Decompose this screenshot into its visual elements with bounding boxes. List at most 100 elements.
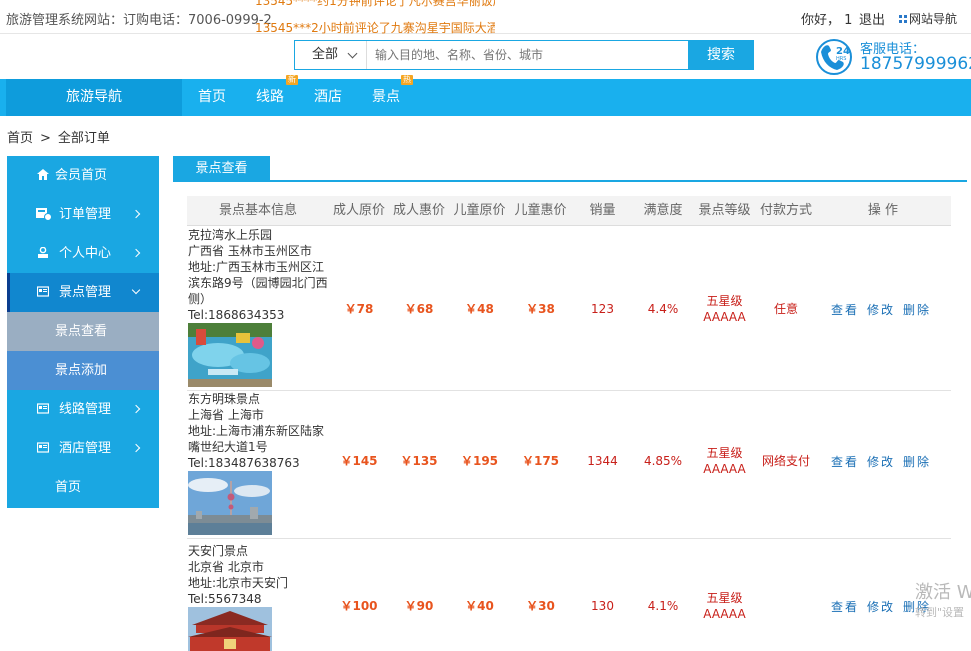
breadcrumb: 首页 > 全部订单 bbox=[7, 131, 110, 146]
site-nav-link[interactable]: 网站导航 bbox=[899, 10, 957, 27]
customer-hotline: 24 HRS 客服电话： 18757999962 bbox=[815, 36, 971, 78]
search-bar: 全部 搜索 bbox=[294, 40, 754, 70]
scenic-region: 北京省 北京市 bbox=[188, 560, 264, 574]
comment-ticker: 13545****约1分钟前评论了凡尔赛宫华丽饭店 13545***2小时前评论… bbox=[255, 0, 495, 34]
scenic-info: 克拉湾水上乐园 广西省 玉林市玉州区市 地址:广西玉林市玉州区江滨东路9号（园博… bbox=[188, 227, 330, 323]
breadcrumb-current: 全部订单 bbox=[57, 131, 110, 146]
sidebar-subitem-scenic-view[interactable]: 景点查看 bbox=[7, 312, 159, 351]
delete-link[interactable]: 删除 bbox=[903, 303, 931, 317]
scenic-info: 东方明珠景点 上海省 上海市 地址:上海市浦东新区陆家嘴世纪大道1号 Tel:1… bbox=[188, 391, 330, 471]
adult-discount-price: ￥68 bbox=[404, 302, 434, 316]
chevron-right-icon bbox=[131, 248, 141, 258]
card-icon bbox=[37, 403, 49, 414]
scenic-address: 地址:上海市浦东新区陆家嘴世纪大道1号 bbox=[188, 424, 325, 454]
site-phone-text: 旅游管理系统网站：订购电话：7006-0999-2 bbox=[6, 13, 272, 28]
adult-discount-price: ￥90 bbox=[404, 599, 434, 613]
scenic-photo bbox=[188, 323, 272, 387]
table-row: 天安门景点 北京省 北京市 地址:北京市天安门 Tel:5567348 ￥100… bbox=[187, 539, 951, 651]
edit-link[interactable]: 修改 bbox=[867, 455, 895, 469]
grid-icon bbox=[899, 15, 907, 23]
column-header: 景点基本信息 bbox=[218, 203, 297, 218]
user-id[interactable]: 1 bbox=[844, 13, 852, 28]
chevron-right-icon bbox=[131, 404, 141, 414]
chevron-right-icon bbox=[131, 209, 141, 219]
table-header: 景点基本信息 成人原价 成人惠价 儿童原价 儿童惠价 销量 满意度 景点等级 付… bbox=[187, 196, 951, 226]
edit-link[interactable]: 修改 bbox=[867, 600, 895, 614]
activation-watermark-hint: 转到"设置 bbox=[915, 606, 965, 619]
scenic-address: 地址:广西玉林市玉州区江滨东路9号（园博园北门西侧） bbox=[188, 260, 328, 306]
sidebar-item-orders[interactable]: 订单管理 bbox=[7, 195, 159, 234]
scenic-table: 景点基本信息 成人原价 成人惠价 儿童原价 儿童惠价 销量 满意度 景点等级 付… bbox=[187, 196, 951, 651]
scenic-name: 东方明珠景点 bbox=[188, 392, 261, 406]
scenic-tel: Tel:5567348 bbox=[188, 592, 262, 606]
table-row: 东方明珠景点 上海省 上海市 地址:上海市浦东新区陆家嘴世纪大道1号 Tel:1… bbox=[187, 391, 951, 539]
sidebar-item-hotel-manage[interactable]: 酒店管理 bbox=[7, 429, 159, 468]
scenic-level: 五星级 AAAAA bbox=[703, 446, 746, 476]
nav-brand[interactable]: 旅游导航 bbox=[6, 79, 182, 116]
child-discount-price: ￥38 bbox=[526, 302, 555, 316]
activation-watermark: 激活 W bbox=[915, 582, 971, 603]
search-category-select[interactable]: 全部 bbox=[295, 41, 367, 69]
view-link[interactable]: 查看 bbox=[831, 600, 859, 614]
tab-scenic-view[interactable]: 景点查看 bbox=[173, 156, 270, 182]
nav-item-home[interactable]: 首页 bbox=[198, 79, 226, 116]
column-header: 满意度 bbox=[643, 203, 683, 218]
adult-discount-price: ￥135 bbox=[400, 454, 438, 468]
chevron-down-icon bbox=[131, 285, 141, 295]
sidebar-item-scenic-manage[interactable]: 景点管理 bbox=[7, 273, 159, 312]
chevron-right-icon bbox=[131, 443, 141, 453]
card-icon bbox=[37, 286, 49, 297]
svg-text:HRS: HRS bbox=[836, 56, 846, 62]
scenic-region: 上海省 上海市 bbox=[188, 408, 264, 422]
edit-link[interactable]: 修改 bbox=[867, 303, 895, 317]
adult-price: ￥145 bbox=[340, 454, 378, 468]
sidebar-item-route-manage[interactable]: 线路管理 bbox=[7, 390, 159, 429]
sales-count: 123 bbox=[591, 302, 614, 316]
user-icon bbox=[38, 247, 48, 258]
search-button[interactable]: 搜索 bbox=[688, 40, 754, 70]
adult-price: ￥78 bbox=[344, 302, 374, 316]
column-header: 儿童原价 bbox=[453, 203, 506, 218]
child-discount-price: ￥30 bbox=[526, 599, 555, 613]
column-header: 付款方式 bbox=[759, 203, 812, 218]
scenic-photo bbox=[188, 607, 272, 651]
view-link[interactable]: 查看 bbox=[831, 303, 859, 317]
column-header: 成人原价 bbox=[332, 203, 385, 218]
content-tabs: 景点查看 bbox=[173, 156, 967, 182]
sidebar-item-home[interactable]: 首页 bbox=[7, 468, 159, 507]
nav-item-scenic[interactable]: 景点热 bbox=[372, 75, 413, 116]
logout-link[interactable]: 退出 bbox=[859, 9, 885, 28]
scenic-tel: Tel:1868634353 bbox=[188, 308, 285, 322]
scenic-tel: Tel:183487638763 bbox=[188, 456, 300, 470]
sales-count: 130 bbox=[591, 599, 614, 613]
row-actions: 查看 修改 删除 bbox=[831, 301, 939, 318]
ticker-item[interactable]: 13545****约1分钟前评论了凡尔赛宫华丽饭店 bbox=[255, 0, 495, 9]
sidebar-item-member-home[interactable]: 会员首页 bbox=[7, 156, 159, 195]
satisfaction-rate: 4.85% bbox=[643, 454, 683, 468]
satisfaction-rate: 4.4% bbox=[647, 302, 679, 316]
view-link[interactable]: 查看 bbox=[831, 455, 859, 469]
scenic-level: 五星级 AAAAA bbox=[703, 294, 746, 324]
delete-link[interactable]: 删除 bbox=[903, 455, 931, 469]
nav-item-routes[interactable]: 线路新 bbox=[256, 75, 298, 116]
order-icon bbox=[36, 208, 52, 221]
column-header: 儿童惠价 bbox=[514, 203, 567, 218]
payment-method: 任意 bbox=[773, 302, 798, 316]
scenic-region: 广西省 玉林市玉州区市 bbox=[188, 244, 312, 258]
card-icon bbox=[37, 442, 49, 453]
breadcrumb-home[interactable]: 首页 bbox=[7, 131, 33, 146]
scenic-level: 五星级 AAAAA bbox=[703, 591, 746, 621]
scenic-name: 克拉湾水上乐园 bbox=[188, 228, 273, 242]
home-icon bbox=[37, 169, 49, 180]
table-row: 克拉湾水上乐园 广西省 玉林市玉州区市 地址:广西玉林市玉州区江滨东路9号（园博… bbox=[187, 227, 951, 391]
sidebar-subitem-scenic-add[interactable]: 景点添加 bbox=[7, 351, 159, 390]
phone-24h-icon: 24 HRS bbox=[816, 39, 852, 75]
scenic-photo bbox=[188, 471, 272, 535]
nav-item-hotels[interactable]: 酒店 bbox=[314, 79, 342, 116]
child-price: ￥40 bbox=[465, 599, 494, 613]
column-header: 成人惠价 bbox=[392, 203, 445, 218]
sidebar-item-profile[interactable]: 个人中心 bbox=[7, 234, 159, 273]
search-input[interactable] bbox=[375, 45, 675, 65]
child-price: ￥48 bbox=[465, 302, 494, 316]
ticker-item[interactable]: 13545***2小时前评论了九寨沟星宇国际大酒 bbox=[255, 19, 495, 34]
